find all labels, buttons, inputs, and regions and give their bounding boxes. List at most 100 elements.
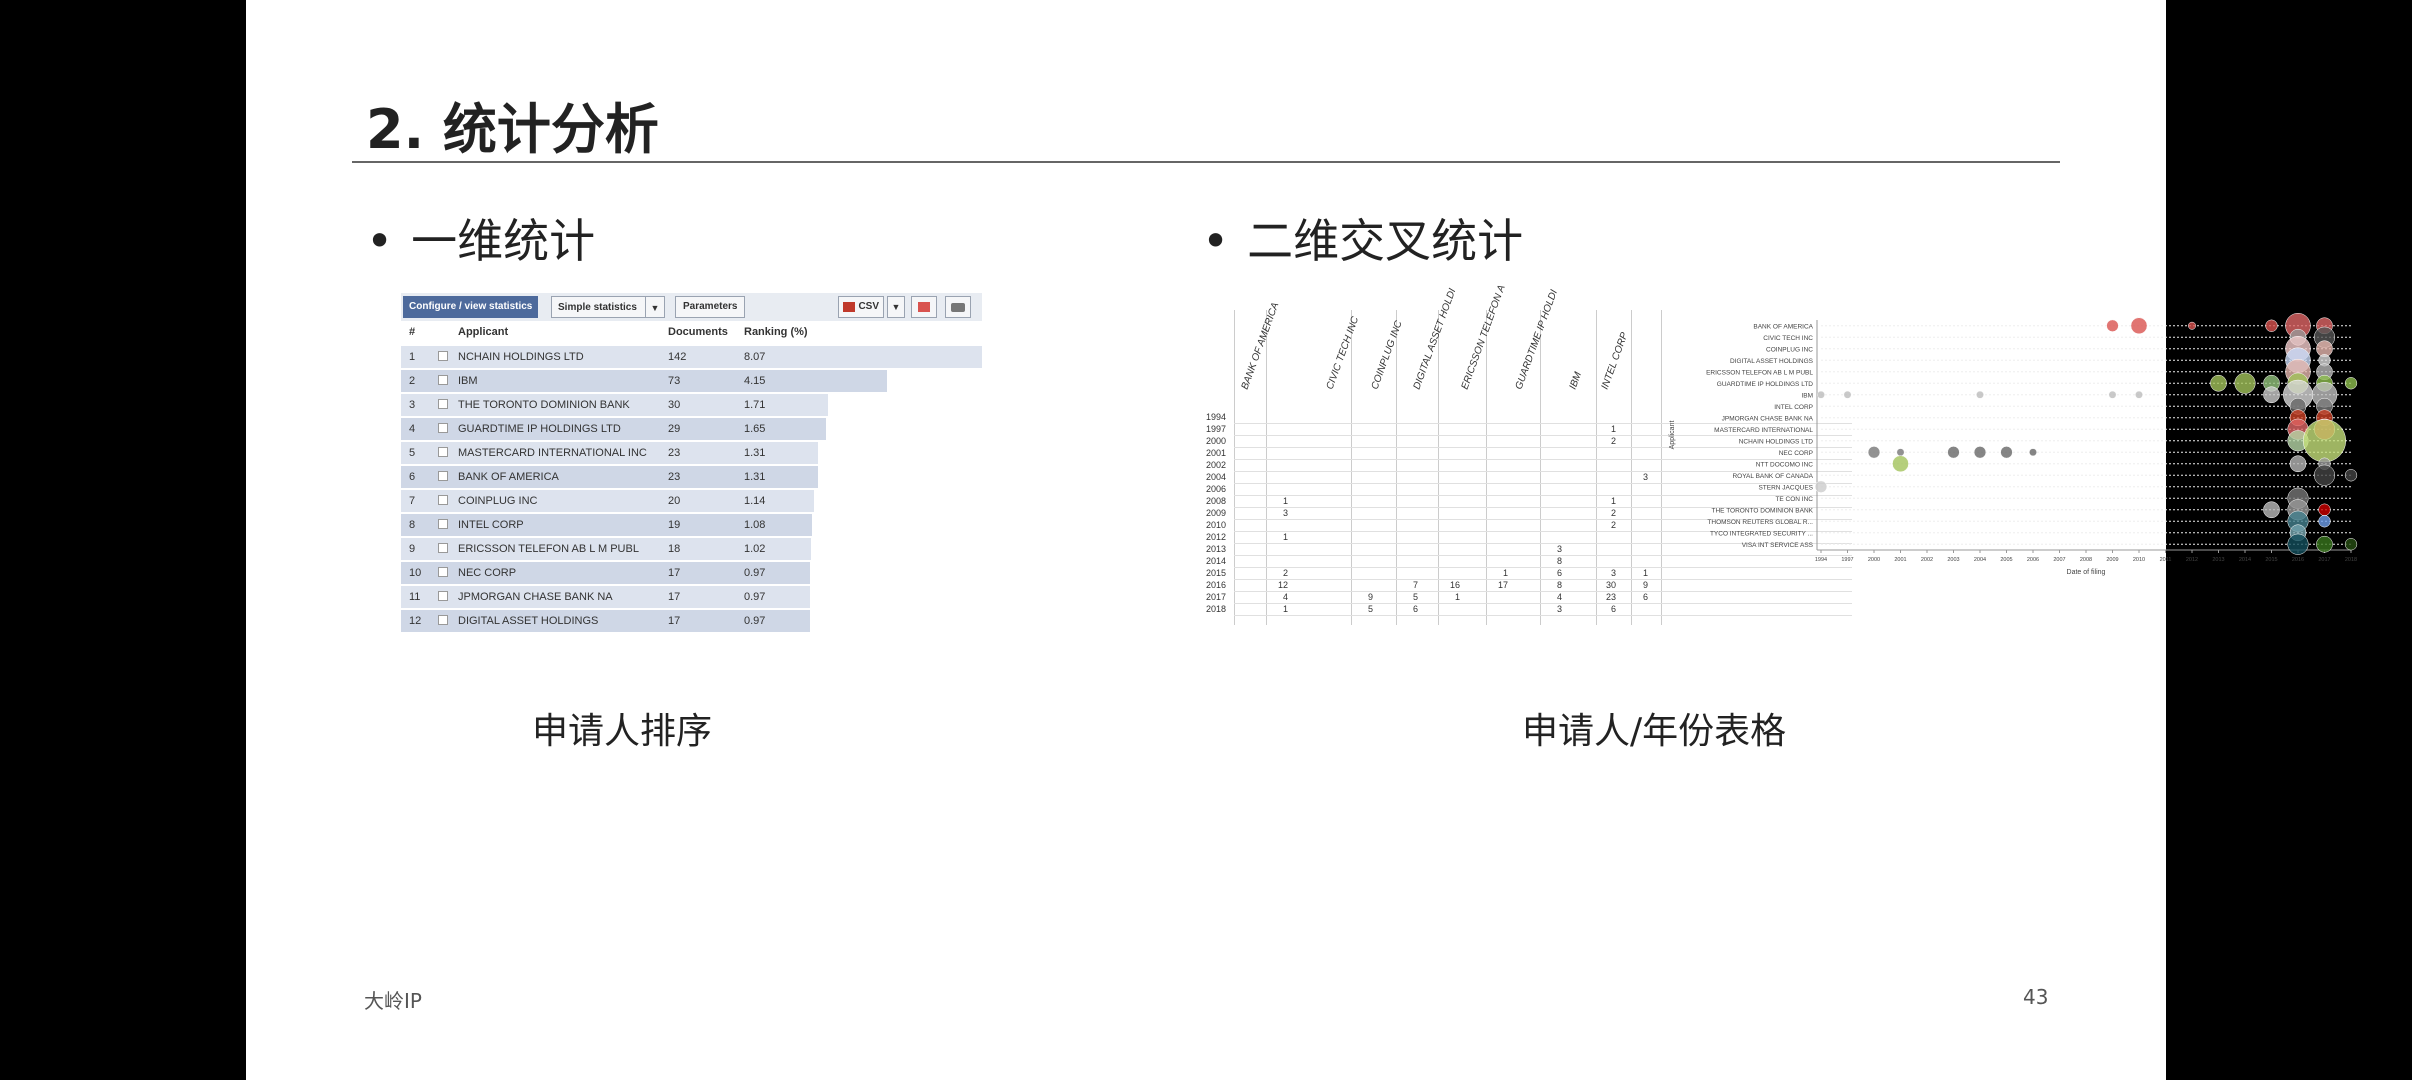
bubble-point [1892, 455, 1909, 473]
header-applicant[interactable]: Applicant [458, 326, 508, 338]
row-checkbox[interactable] [438, 447, 448, 457]
row-checkbox[interactable] [438, 495, 448, 505]
bubble-point [2344, 469, 2358, 482]
row-checkbox[interactable] [438, 351, 448, 361]
document-count: 29 [668, 423, 681, 435]
ranking-percent: 1.08 [744, 519, 766, 531]
column-header: CIVIC TECH INC [1324, 315, 1362, 391]
table-row[interactable]: 11 JPMORGAN CHASE BANK NA 17 0.97 [401, 585, 982, 609]
statistics-table-header: # Applicant Documents Ranking (%) [401, 321, 982, 343]
row-checkbox[interactable] [438, 375, 448, 385]
ranking-percent: 1.71 [744, 399, 766, 411]
row-number: 2 [409, 375, 416, 387]
table-cell: 12 [1277, 580, 1288, 590]
row-number: 6 [409, 471, 416, 483]
ranking-percent: 1.31 [744, 447, 766, 459]
slide: 2. 统计分析 • 一维统计 • 二维交叉统计 Configure / view s… [246, 0, 2358, 1080]
bubble-point [2316, 535, 2333, 553]
table-cell: 3 [1556, 544, 1562, 554]
ranking-percent: 1.14 [744, 495, 766, 507]
y-tick-label: INTEL CORP [1774, 404, 1813, 411]
table-cell: 6 [1642, 592, 1648, 602]
x-tick-label: 2002 [1921, 557, 1933, 563]
x-tick-label: 2000 [1868, 557, 1880, 563]
x-tick-label: 2008 [2080, 557, 2092, 563]
column-header: INTEL CORP [1599, 331, 1631, 391]
ranking-percent: 8.07 [744, 351, 766, 363]
bubble-point [2302, 419, 2347, 463]
table-cell: 16 [1449, 580, 1460, 590]
table-cell: 2 [1610, 436, 1616, 446]
csv-export-button[interactable]: CSV [838, 296, 884, 318]
row-gridline [1234, 591, 1852, 592]
y-tick-label: JPMORGAN CHASE BANK NA [1722, 415, 1814, 422]
row-number: 5 [409, 447, 416, 459]
header-number: # [409, 326, 416, 338]
row-number: 12 [409, 615, 422, 627]
x-tick-label: 2012 [2186, 557, 2198, 563]
table-row[interactable]: 3 THE TORONTO DOMINION BANK 30 1.71 [401, 393, 982, 417]
export-button[interactable] [911, 296, 937, 318]
table-cell: 4 [1556, 592, 1562, 602]
parameters-button[interactable]: Parameters [675, 296, 746, 318]
bubble-point [2263, 501, 2280, 519]
year-label: 2008 [1206, 496, 1227, 506]
table-row[interactable]: 10 NEC CORP 17 0.97 [401, 561, 982, 585]
table-row[interactable]: 4 GUARDTIME IP HOLDINGS LTD 29 1.65 [401, 417, 982, 441]
table-row[interactable]: 1 NCHAIN HOLDINGS LTD 142 8.07 [401, 345, 982, 369]
row-number: 10 [409, 567, 422, 579]
year-label: 2017 [1206, 592, 1227, 602]
document-count: 23 [668, 447, 681, 459]
row-checkbox[interactable] [438, 399, 448, 409]
csv-dropdown-arrow-icon[interactable]: ▼ [887, 296, 905, 318]
row-checkbox[interactable] [438, 471, 448, 481]
page-number: 43 [2023, 985, 2049, 1009]
row-checkbox[interactable] [438, 567, 448, 577]
applicant-name: NEC CORP [458, 567, 517, 579]
applicant-name: IBM [458, 375, 478, 387]
x-tick-label: 2017 [2318, 557, 2330, 563]
row-checkbox[interactable] [438, 591, 448, 601]
y-tick-label: BANK OF AMERICA [1753, 323, 1813, 330]
y-tick-label: COINPLUG INC [1766, 346, 1813, 353]
header-ranking[interactable]: Ranking (%) [744, 326, 808, 338]
bubble-point [2106, 319, 2119, 332]
table-gridline [1596, 310, 1597, 625]
table-cell: 1 [1454, 592, 1460, 602]
table-row[interactable]: 5 MASTERCARD INTERNATIONAL INC 23 1.31 [401, 441, 982, 465]
footer-brand: 大岭IP [364, 989, 422, 1013]
table-cell: 5 [1367, 604, 1373, 614]
row-checkbox[interactable] [438, 615, 448, 625]
table-row[interactable]: 12 DIGITAL ASSET HOLDINGS 17 0.97 [401, 609, 982, 633]
table-row[interactable]: 8 INTEL CORP 19 1.08 [401, 513, 982, 537]
x-tick-label: 2006 [2027, 557, 2039, 563]
table-cell: 9 [1642, 580, 1648, 590]
table-row[interactable]: 7 COINPLUG INC 20 1.14 [401, 489, 982, 513]
bubble-point [2318, 503, 2331, 516]
row-checkbox[interactable] [438, 543, 448, 553]
y-axis-label: Applicant [1669, 421, 1676, 450]
x-axis-label: Date of filing [2067, 569, 2106, 576]
table-row[interactable]: 2 IBM 73 4.15 [401, 369, 982, 393]
table-row[interactable]: 9 ERICSSON TELEFON AB L M PUBL 18 1.02 [401, 537, 982, 561]
table-row[interactable]: 6 BANK OF AMERICA 23 1.31 [401, 465, 982, 489]
y-tick-label: DIGITAL ASSET HOLDINGS [1730, 358, 1814, 365]
year-label: 2016 [1206, 580, 1227, 590]
simple-statistics-dropdown[interactable]: Simple statistics ▼ [551, 296, 665, 318]
x-tick-label: 2013 [2212, 557, 2224, 563]
bubble-point [2135, 390, 2143, 399]
bubble-point [1814, 480, 1828, 493]
row-gridline [1234, 615, 1852, 616]
header-documents[interactable]: Documents [668, 326, 728, 338]
table-cell: 1 [1282, 532, 1288, 542]
print-button[interactable] [945, 296, 971, 318]
row-checkbox[interactable] [438, 423, 448, 433]
table-cell: 3 [1556, 604, 1562, 614]
configure-statistics-button[interactable]: Configure / view statistics [403, 296, 539, 318]
year-label: 2015 [1206, 568, 1227, 578]
row-checkbox[interactable] [438, 519, 448, 529]
dropdown-arrow-icon[interactable]: ▼ [645, 297, 664, 317]
x-tick-label: 2011 [2160, 557, 2172, 563]
table-gridline [1266, 310, 1267, 625]
bubble-point [2108, 390, 2117, 399]
